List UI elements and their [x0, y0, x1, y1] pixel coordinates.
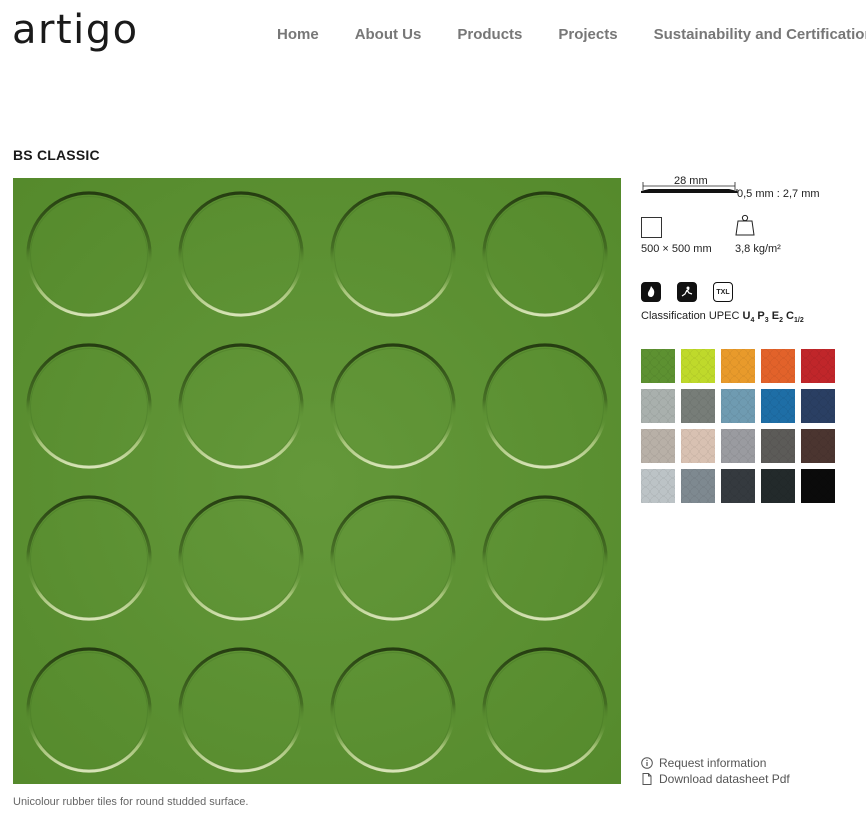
info-icon	[641, 757, 653, 769]
nav-products[interactable]: Products	[457, 26, 522, 44]
color-swatch[interactable]	[801, 389, 835, 423]
nav-about-us[interactable]: About Us	[355, 26, 422, 44]
color-swatch[interactable]	[801, 469, 835, 503]
upec-u: U4	[742, 310, 755, 325]
color-swatch[interactable]	[761, 389, 795, 423]
color-swatch[interactable]	[761, 469, 795, 503]
color-swatch[interactable]	[681, 469, 715, 503]
color-swatches	[641, 349, 835, 503]
nav-projects[interactable]: Projects	[558, 26, 617, 44]
classification-label: Classification UPEC	[641, 310, 743, 322]
color-swatch[interactable]	[681, 349, 715, 383]
tile-thickness: 0,5 mm : 2,7 mm	[737, 188, 820, 200]
nav-sustainability[interactable]: Sustainability and Certifications	[654, 26, 866, 44]
color-swatch[interactable]	[721, 429, 755, 463]
product-tile-image	[13, 178, 621, 784]
color-swatch[interactable]	[641, 429, 675, 463]
weight-icon	[735, 214, 755, 236]
upec-p: P3	[757, 310, 769, 325]
upec-c: C1/2	[786, 310, 804, 325]
tile-weight: 3,8 kg/m²	[735, 243, 781, 255]
color-swatch[interactable]	[721, 469, 755, 503]
request-information-label: Request information	[659, 756, 767, 770]
request-information-link[interactable]: Request information	[641, 755, 790, 771]
logo[interactable]: artigo	[12, 8, 139, 52]
color-swatch[interactable]	[721, 349, 755, 383]
color-swatch[interactable]	[641, 349, 675, 383]
product-caption: Unicolour rubber tiles for round studded…	[13, 796, 249, 808]
tile-size: 500 × 500 mm	[641, 243, 712, 255]
color-swatch[interactable]	[681, 429, 715, 463]
color-swatch[interactable]	[801, 429, 835, 463]
tile-stud-width: 28 mm	[674, 175, 708, 187]
color-swatch[interactable]	[761, 429, 795, 463]
color-swatch[interactable]	[641, 469, 675, 503]
document-icon	[641, 773, 653, 785]
color-swatch[interactable]	[721, 389, 755, 423]
main-nav: Home About Us Products Projects Sustaina…	[277, 26, 866, 44]
product-title: BS CLASSIC	[13, 147, 100, 163]
color-swatch[interactable]	[761, 349, 795, 383]
slip-resistance-icon	[677, 282, 697, 302]
tile-size-icon	[641, 217, 662, 238]
txl-icon: TXL	[713, 282, 733, 302]
color-swatch[interactable]	[801, 349, 835, 383]
color-swatch[interactable]	[641, 389, 675, 423]
download-datasheet-link[interactable]: Download datasheet Pdf	[641, 771, 790, 787]
upec-e: E2	[771, 310, 783, 325]
studded-surface	[13, 178, 621, 784]
color-swatch[interactable]	[681, 389, 715, 423]
download-datasheet-label: Download datasheet Pdf	[659, 772, 790, 786]
nav-home[interactable]: Home	[277, 26, 319, 44]
product-links: Request information Download datasheet P…	[641, 755, 790, 787]
certification-icons: TXL	[641, 282, 749, 302]
fire-icon	[641, 282, 661, 302]
upec-classification: Classification UPEC U4 P3 E2 C1/2	[641, 310, 804, 324]
